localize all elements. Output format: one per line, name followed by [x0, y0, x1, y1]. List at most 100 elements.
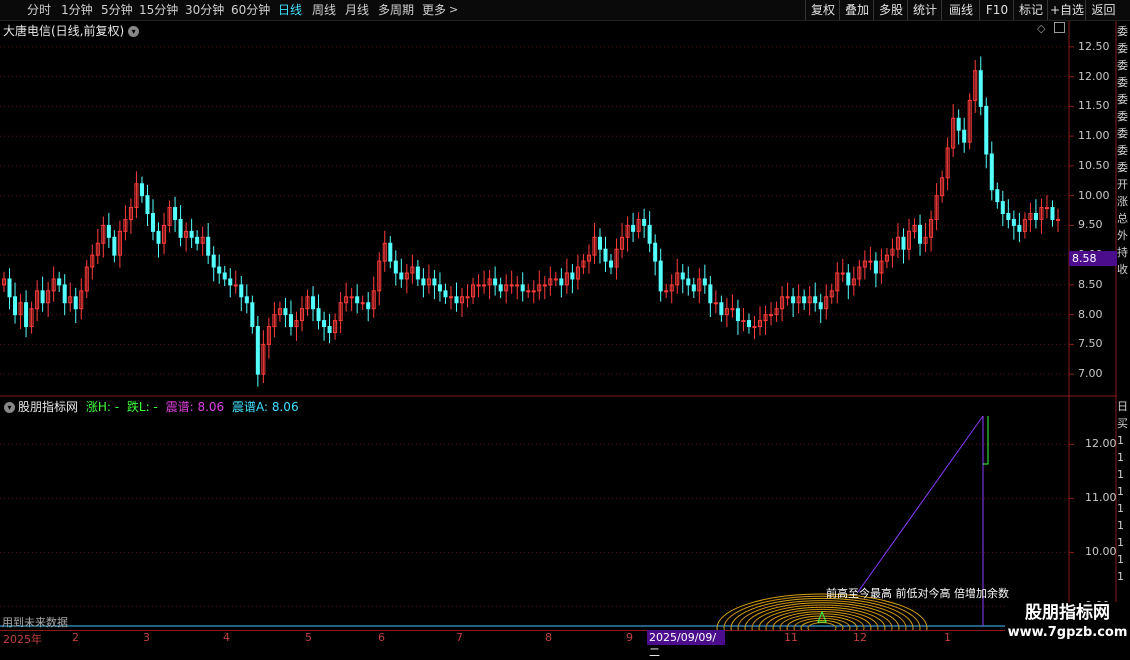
strip-char: 委 — [1117, 127, 1128, 140]
date-label: 11 — [784, 631, 798, 644]
chart-canvas — [0, 21, 1117, 650]
candle-body — [493, 278, 498, 286]
candle-body — [399, 272, 404, 280]
zh-label: 涨H: - — [85, 400, 120, 414]
candle-body — [211, 254, 216, 268]
candle-body — [1011, 218, 1016, 226]
candle-body — [642, 218, 647, 226]
candle-body — [802, 296, 807, 304]
candle-body — [746, 320, 751, 328]
candle-body — [311, 296, 316, 310]
candle-body — [603, 248, 608, 262]
candle-body — [702, 278, 707, 286]
candle-body — [145, 195, 150, 214]
candle-body — [432, 278, 437, 286]
candle-body — [62, 284, 67, 304]
strip-char: 总 — [1117, 212, 1128, 225]
candle-body — [476, 284, 481, 287]
candle-body — [680, 272, 685, 280]
candle-body — [206, 236, 211, 256]
die-label: 跌L: - — [126, 400, 158, 414]
candle-body — [713, 302, 718, 305]
strip-char: 委 — [1117, 25, 1128, 38]
candle-body — [178, 218, 183, 238]
candle-body — [1000, 201, 1005, 215]
strip-char: 1 — [1117, 451, 1124, 464]
candle-body — [112, 236, 117, 256]
candle-body — [719, 302, 724, 316]
date-label: 7 — [456, 631, 463, 644]
candle-body — [559, 278, 564, 286]
zpa-label: 震谱A: 8.06 — [232, 400, 299, 414]
candle-body — [526, 290, 531, 293]
strip-char: 1 — [1117, 468, 1124, 481]
candle-body — [482, 284, 487, 287]
candle-body — [752, 326, 757, 329]
candle-body — [769, 314, 774, 317]
candle-body — [1006, 213, 1011, 220]
candle-body — [873, 260, 878, 274]
candle-body — [222, 272, 227, 280]
candle-body — [454, 296, 459, 304]
candle-body — [553, 278, 558, 281]
current-price-tag: 8.58 — [1069, 251, 1117, 266]
candle-body — [73, 296, 78, 310]
candle-body — [498, 284, 503, 292]
candle-body — [542, 284, 547, 287]
candle-body — [631, 224, 636, 232]
candle-body — [978, 70, 983, 107]
strip-char: 委 — [1117, 110, 1128, 123]
dropdown-icon[interactable]: ▾ — [4, 402, 15, 413]
candle-body — [437, 284, 442, 292]
candle-body — [388, 242, 393, 262]
candle-body — [349, 296, 354, 299]
candle-body — [150, 213, 156, 232]
candle-body — [316, 308, 321, 322]
candle-body — [421, 278, 426, 286]
price-tick-label: 8.50 — [1078, 277, 1103, 291]
candle-body — [366, 302, 371, 310]
candle-body — [443, 290, 448, 298]
candle-body — [239, 284, 244, 298]
candle-body — [868, 260, 873, 263]
candle-body — [13, 296, 18, 316]
candle-body — [40, 290, 45, 304]
candle-body — [57, 278, 62, 286]
candle-body — [465, 296, 470, 299]
candle-body — [658, 260, 663, 292]
candle-body — [156, 230, 161, 244]
candle-body — [250, 302, 255, 328]
strip-char: 买 — [1117, 417, 1128, 430]
strip-char: 1 — [1117, 519, 1124, 532]
date-label: 2 — [72, 631, 79, 644]
indicator-title[interactable]: ▾ 股朋指标网 涨H: - 跌L: - 震谱: 8.06 震谱A: 8.06 — [4, 398, 299, 415]
price-tick-label: 11.50 — [1078, 99, 1110, 113]
candle-body — [7, 278, 12, 298]
date-label: 9 — [626, 631, 633, 644]
candle-body — [686, 278, 691, 286]
candle-body — [840, 272, 845, 275]
candle-body — [448, 296, 454, 299]
candle-body — [24, 302, 29, 328]
ind-tick-label: 10.00 — [1085, 545, 1117, 559]
date-label: 4 — [223, 631, 230, 644]
candle-body — [735, 308, 740, 322]
candle-body — [355, 296, 360, 304]
date-label: 8 — [545, 631, 552, 644]
candle-body — [520, 284, 525, 292]
strip-char: 委 — [1117, 161, 1128, 174]
strip-char: 1 — [1117, 536, 1124, 549]
date-label: 5 — [305, 631, 312, 644]
strip-char: 1 — [1117, 502, 1124, 515]
candle-body — [1050, 207, 1055, 220]
candle-body — [415, 266, 420, 280]
price-tick-label: 12.00 — [1078, 69, 1110, 83]
future-data-note: 用到未来数据 — [2, 616, 68, 629]
indicator-strip: 日买 1 1 1 1 1 1 1 1 1 — [1117, 398, 1130, 585]
cursor-date-tag: 2025/09/09/二 — [647, 630, 725, 659]
strip-char: 1 — [1117, 570, 1124, 583]
candle-body — [989, 153, 994, 191]
candle-body — [1017, 224, 1022, 232]
date-label: 2025年 — [3, 633, 42, 646]
strip-char: 委 — [1117, 59, 1128, 72]
